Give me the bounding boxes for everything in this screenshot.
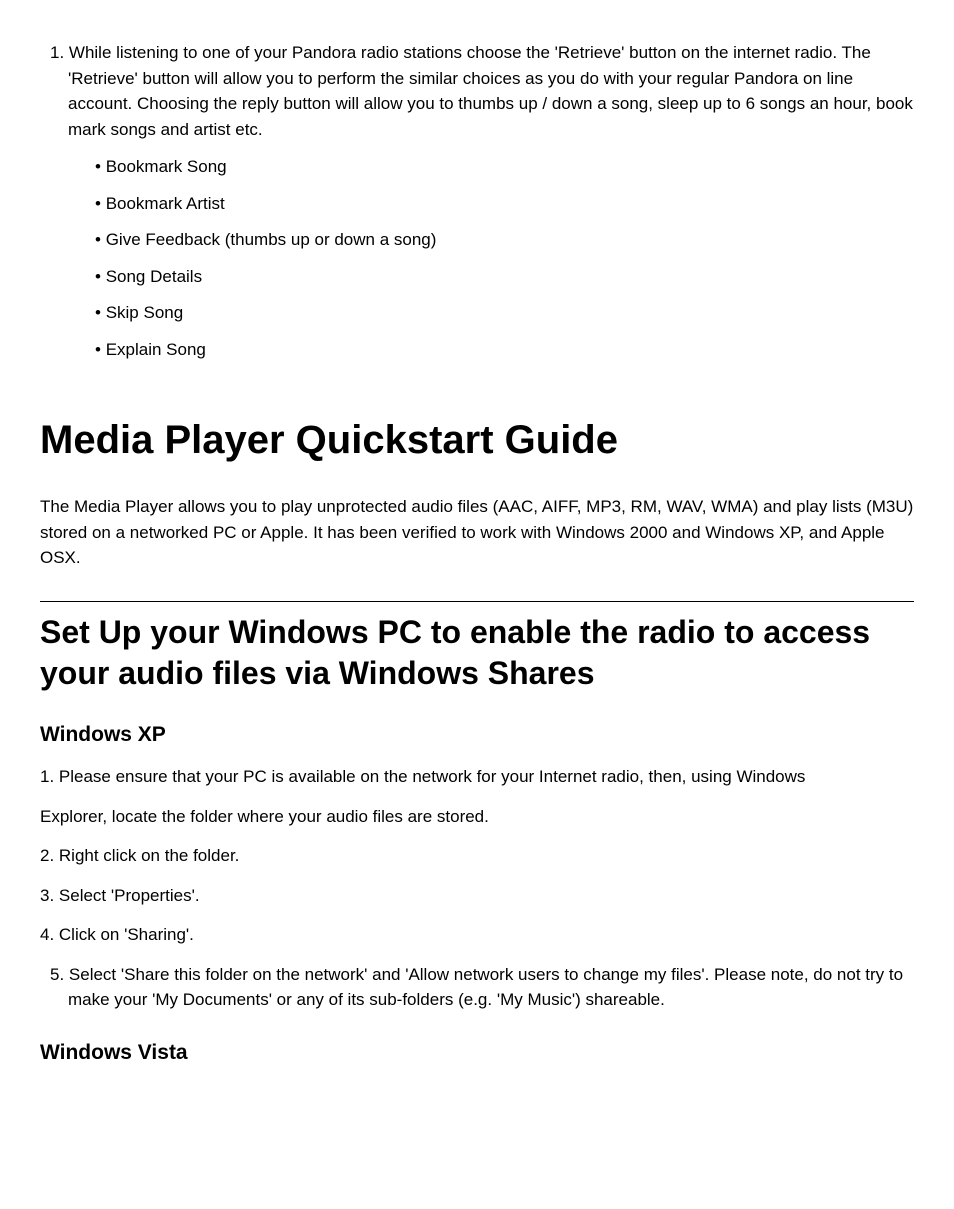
page-title: Media Player Quickstart Guide bbox=[40, 410, 914, 470]
subheading-windows-vista: Windows Vista bbox=[40, 1037, 914, 1069]
pandora-step-1: 1. While listening to one of your Pandor… bbox=[40, 40, 914, 142]
list-item: Skip Song bbox=[95, 300, 914, 326]
divider bbox=[40, 601, 914, 602]
xp-step-4: 4. Click on 'Sharing'. bbox=[40, 922, 914, 948]
xp-step-1b: Explorer, locate the folder where your a… bbox=[40, 804, 914, 830]
list-item: Bookmark Artist bbox=[95, 191, 914, 217]
list-item: Song Details bbox=[95, 264, 914, 290]
list-item: Bookmark Song bbox=[95, 154, 914, 180]
list-item: Give Feedback (thumbs up or down a song) bbox=[95, 227, 914, 253]
pandora-options-list: Bookmark Song Bookmark Artist Give Feedb… bbox=[40, 154, 914, 362]
xp-step-3: 3. Select 'Properties'. bbox=[40, 883, 914, 909]
subheading-windows-xp: Windows XP bbox=[40, 719, 914, 751]
xp-step-5: 5. Select 'Share this folder on the netw… bbox=[40, 962, 914, 1013]
list-item: Explain Song bbox=[95, 337, 914, 363]
media-player-intro: The Media Player allows you to play unpr… bbox=[40, 494, 914, 571]
xp-step-2: 2. Right click on the folder. bbox=[40, 843, 914, 869]
xp-step-1a: 1. Please ensure that your PC is availab… bbox=[40, 764, 914, 790]
section-heading-windows-shares: Set Up your Windows PC to enable the rad… bbox=[40, 612, 914, 695]
